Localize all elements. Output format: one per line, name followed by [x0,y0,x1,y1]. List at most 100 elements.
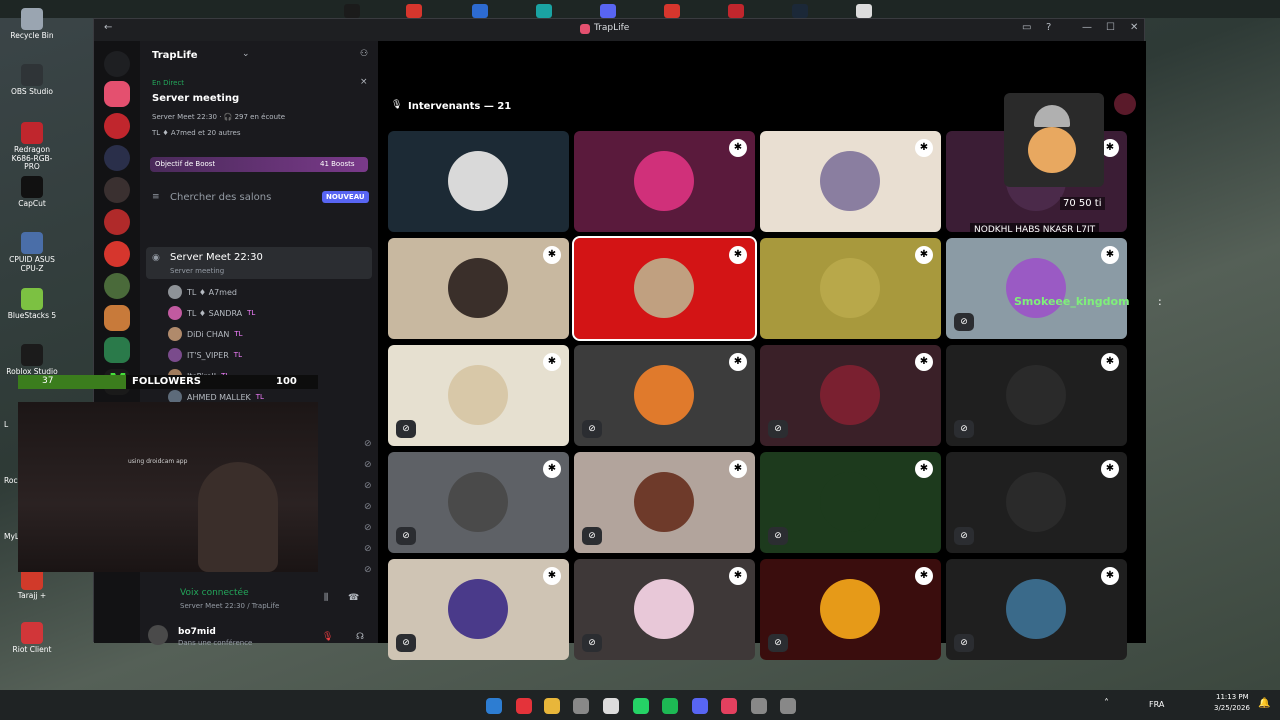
taskbar-app-icon[interactable] [544,698,560,714]
desktop-icon[interactable]: Riot Client [6,622,58,655]
desktop-icon[interactable] [536,4,552,18]
desktop-icon-label: L [4,420,9,429]
maximize-button[interactable]: ☐ [1106,22,1115,33]
server-icon[interactable] [104,305,130,331]
window-title: TrapLife [594,23,630,33]
discord-home-icon[interactable] [104,51,130,77]
desktop-icon[interactable]: Recycle Bin [6,8,58,41]
desktop-icon[interactable]: OBS Studio [6,64,58,97]
avatar[interactable] [1114,93,1136,115]
speaker-tile[interactable]: ✱ ⊘ [574,345,755,446]
speaker-tile[interactable]: ✱ ⊘ [946,345,1127,446]
close-button[interactable]: ✕ [1130,22,1138,33]
speaker-tile[interactable]: ✱ ⊘ [760,559,941,660]
mic-muted-icon[interactable]: 🎙 [322,632,333,642]
taskbar-app-icon[interactable] [633,698,649,714]
desktop-icon[interactable] [856,4,872,18]
speaker-tile[interactable]: ✱ [574,131,755,232]
speaker-tile[interactable]: ✱ [760,238,941,339]
server-icon-traplife[interactable] [104,81,130,107]
speaker-tile[interactable]: ✱ ⊘ [388,452,569,553]
app-icon [21,344,43,366]
followers-count: 37 [42,376,54,386]
avatar[interactable] [148,625,168,645]
desktop-icon[interactable] [344,4,360,18]
mic-muted-icon: ⊘ [364,460,372,470]
server-icon[interactable] [104,145,130,171]
desktop-icon[interactable] [664,4,680,18]
speaker-tile[interactable]: ✱ [572,236,757,341]
avatar [168,348,182,362]
invite-icon[interactable]: ⚇ [360,49,368,59]
server-name[interactable]: TrapLife [152,50,198,61]
taskbar-app-icon[interactable] [721,698,737,714]
desktop-icon[interactable]: BlueStacks 5 [6,288,58,321]
mic-muted-icon: ⊘ [768,527,788,545]
desktop-icon[interactable]: CPUID ASUS CPU-Z [6,232,58,273]
back-arrow-icon[interactable]: ← [104,22,112,33]
speaker-tile[interactable]: ✱ [388,238,569,339]
clock-time[interactable]: 11:13 PM [1216,693,1249,701]
event-title[interactable]: Server meeting [152,93,239,104]
voice-member[interactable]: TL ♦ A7med [168,283,237,301]
voice-member[interactable]: IT'S_VIPER TL [168,346,242,364]
server-icon[interactable] [104,241,130,267]
desktop-icon[interactable]: Roblox Studio [6,344,58,377]
headset-icon[interactable]: ☊ [356,632,364,642]
speaker-tile[interactable]: ✱ ⊘ [388,559,569,660]
speaker-tile[interactable]: ✱ ⊘ [760,345,941,446]
taskbar-app-icon[interactable] [486,698,502,714]
voice-channel-name: Server Meet 22:30 [170,252,263,263]
speaker-tile[interactable]: ✱ [760,131,941,232]
server-icon[interactable] [104,209,130,235]
speaker-tile[interactable]: ✱ ⊘ [760,452,941,553]
speaker-tile[interactable]: ✱ ⊘ [946,559,1127,660]
inbox-icon[interactable]: ▭ [1022,22,1031,33]
taskbar-app-icon[interactable] [516,698,532,714]
boost-goal-bar[interactable]: Objectif de Boost 41 Boosts [150,157,368,172]
speaker-tile[interactable] [388,131,569,232]
taskbar-app-icon[interactable] [603,698,619,714]
speaker-tile[interactable]: ✱ ⊘ [946,238,1127,339]
soundboard-icon[interactable]: ⫼ [324,593,328,603]
disconnect-icon[interactable]: ☎ [348,593,359,603]
desktop-icon[interactable] [472,4,488,18]
taskbar-app-icon[interactable] [692,698,708,714]
taskbar-app-icon[interactable] [751,698,767,714]
notification-icon[interactable]: 🔔 [1258,698,1270,709]
speaker-tile[interactable]: ✱ ⊘ [388,345,569,446]
speaker-tile[interactable]: ✱ ⊘ [574,452,755,553]
minimize-button[interactable]: — [1082,22,1092,33]
speaker-tile[interactable]: ✱ ⊘ [574,559,755,660]
avatar [448,472,508,532]
moderator-badge-icon: ✱ [915,139,933,157]
server-icon[interactable] [104,113,130,139]
language-indicator[interactable]: FRA [1149,700,1164,709]
desktop-icon[interactable]: Tarajj + [6,568,58,601]
server-icon[interactable] [104,273,130,299]
desktop-icon[interactable]: CapCut [6,176,58,209]
taskbar-app-icon[interactable] [573,698,589,714]
voice-member[interactable]: DiDi CHAN TL [168,325,243,343]
close-event-icon[interactable]: × [360,77,368,87]
server-icon[interactable] [104,337,130,363]
voice-member[interactable]: TL ♦ SANDRA TL [168,304,255,322]
desktop-icon[interactable] [728,4,744,18]
desktop-icon[interactable] [406,4,422,18]
voice-channel-row[interactable]: ◉ Server Meet 22:30 Server meeting [146,247,372,279]
desktop-icon[interactable] [600,4,616,18]
chevron-up-icon[interactable]: ˄ [1104,698,1109,709]
channel-search[interactable]: Chercher des salons [170,192,271,203]
member-name: IT'S_VIPER [187,350,229,360]
taskbar-app-icon[interactable] [780,698,796,714]
chevron-down-icon[interactable]: ⌄ [242,49,250,59]
member-name: TL ♦ SANDRA [187,308,243,318]
desktop-icon[interactable]: Redragon K686-RGB-PRO [6,122,58,172]
clock-date[interactable]: 3/25/2026 [1214,704,1250,712]
speaker-tile[interactable]: ✱ ⊘ [946,452,1127,553]
help-icon[interactable]: ? [1046,22,1051,33]
desktop-icon[interactable] [792,4,808,18]
taskbar-app-icon[interactable] [662,698,678,714]
server-icon[interactable] [104,177,130,203]
mic-muted-icon: ⊘ [954,420,974,438]
